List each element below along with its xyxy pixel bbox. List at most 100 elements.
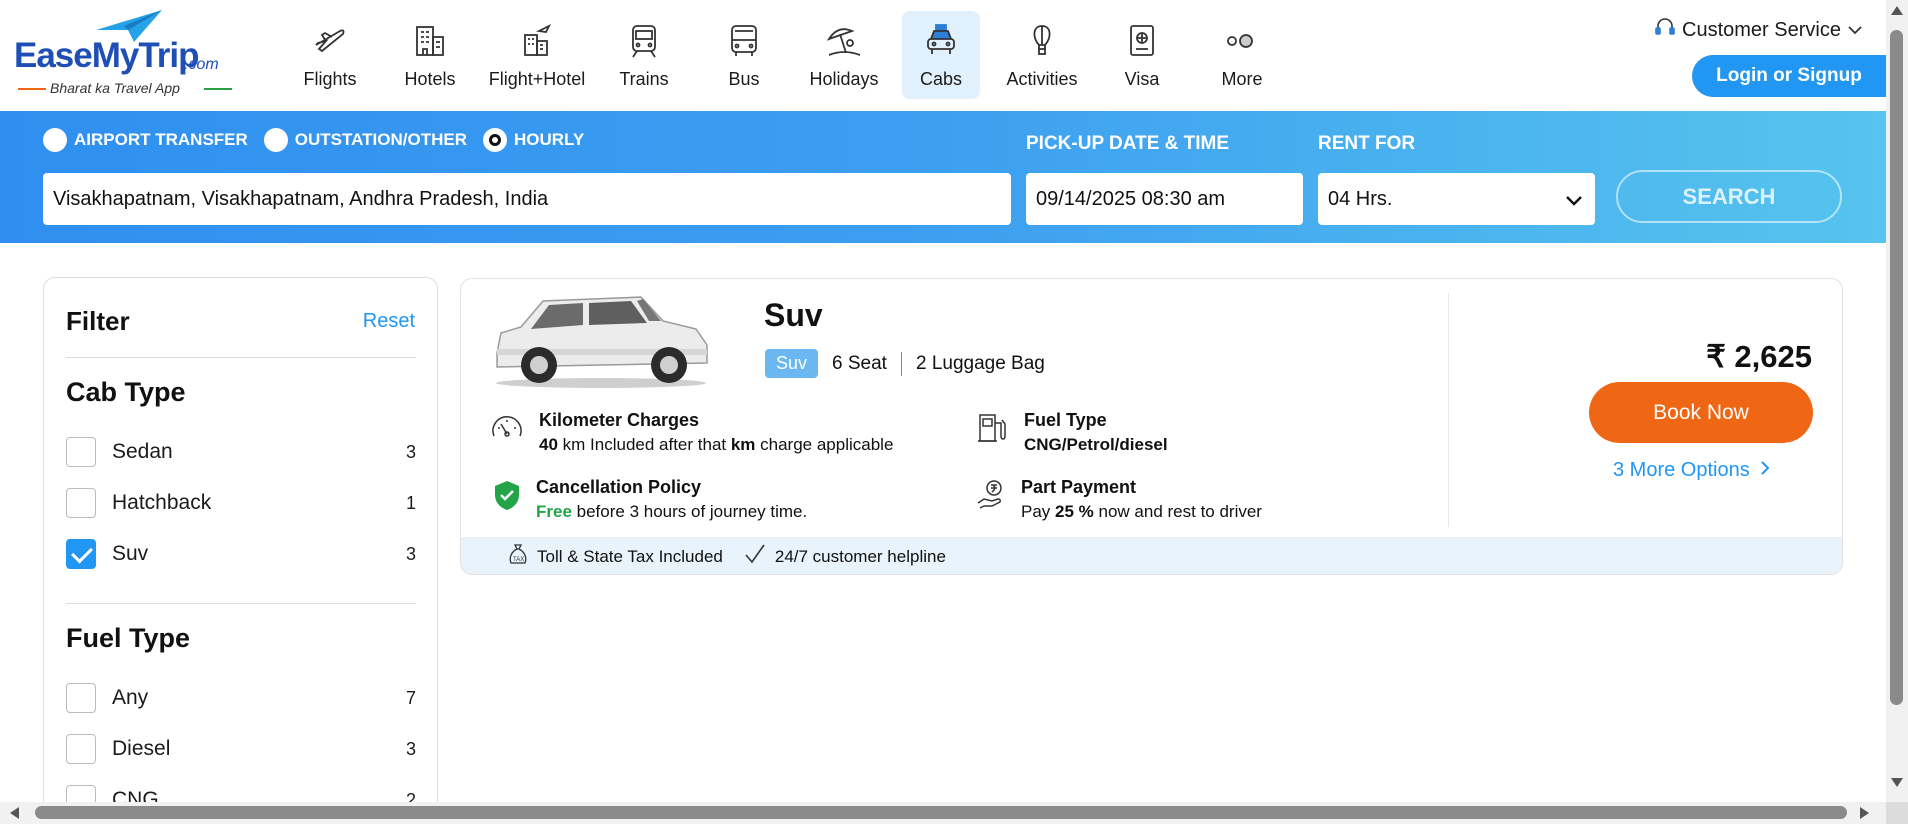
nav-label: Flights	[303, 69, 357, 89]
filter-reset-link[interactable]: Reset	[363, 310, 415, 333]
pickup-label: PICK-UP DATE & TIME	[1026, 133, 1230, 154]
part-payment-percent: 25 %	[1055, 502, 1094, 521]
filter-option-any[interactable]: Any 7	[66, 683, 416, 713]
nav-label: Trains	[619, 69, 669, 89]
scrollbar-thumb[interactable]	[1890, 30, 1903, 705]
cancellation-text: before 3 hours of journey time.	[571, 502, 808, 521]
nav-label: Holidays	[809, 69, 879, 89]
divider	[900, 351, 902, 376]
main-nav: Flights Hotels Flight+Hotel Trains Bus H…	[280, 11, 1292, 99]
scroll-up-arrow-icon[interactable]	[1891, 6, 1903, 15]
nav-trains[interactable]: Trains	[594, 11, 694, 99]
checkbox[interactable]	[66, 683, 96, 713]
option-label: Hatchback	[112, 491, 212, 514]
nav-label: Activities	[1006, 69, 1078, 89]
filter-option-hatchback[interactable]: Hatchback 1	[66, 488, 416, 518]
nav-activities[interactable]: Activities	[992, 11, 1092, 99]
search-button[interactable]: SEARCH	[1616, 170, 1842, 223]
fuel-type-info: Fuel Type CNG/Petrol/diesel	[974, 410, 1168, 455]
horizontal-scrollbar[interactable]	[0, 802, 1886, 824]
seat-count: 6 Seat	[832, 352, 887, 374]
helpline-label: 24/7 customer helpline	[774, 546, 946, 566]
radio-label: OUTSTATION/OTHER	[294, 130, 467, 149]
km-text: charge applicable	[755, 435, 894, 454]
scrollbar-thumb[interactable]	[35, 806, 1847, 819]
filter-option-suv[interactable]: Suv 3	[66, 539, 416, 569]
radio-outstation[interactable]: OUTSTATION/OTHER	[263, 128, 467, 152]
filter-option-sedan[interactable]: Sedan 3	[66, 437, 416, 467]
filter-panel: Filter Reset Cab Type Sedan 3 Hatchback …	[43, 277, 438, 824]
checkbox[interactable]	[66, 734, 96, 764]
suv-car-image	[491, 291, 713, 396]
chevron-down-icon	[1847, 19, 1863, 42]
checkmark-icon	[743, 542, 767, 571]
book-now-button[interactable]: Book Now	[1589, 382, 1813, 443]
option-count: 3	[405, 543, 416, 564]
free-label: Free	[536, 502, 572, 521]
easemytrip-logo[interactable]: EaseMyTrip .com Bharat ka Travel App	[14, 8, 232, 98]
radio-label: AIRPORT TRANSFER	[74, 130, 248, 149]
search-banner: AIRPORT TRANSFER OUTSTATION/OTHER HOURLY…	[0, 111, 1886, 243]
toll-label: Toll & State Tax Included	[537, 546, 723, 566]
option-label: Suv	[112, 542, 149, 565]
pickup-datetime-input[interactable]: 09/14/2025 08:30 am	[1026, 173, 1303, 225]
scrollbar-corner	[1886, 802, 1908, 824]
logo-tagline: Bharat ka Travel App	[50, 80, 180, 96]
filter-option-diesel[interactable]: Diesel 3	[66, 734, 416, 764]
radio-circle	[263, 128, 288, 152]
nav-label: More	[1221, 69, 1263, 89]
km-included-value: 40	[539, 435, 558, 454]
nav-flight-hotel[interactable]: Flight+Hotel	[480, 11, 594, 99]
nav-holidays[interactable]: Holidays	[794, 11, 894, 99]
customer-service-menu[interactable]: Customer Service	[1654, 16, 1863, 44]
logo-line-right	[204, 88, 232, 90]
km-charges-title: Kilometer Charges	[539, 410, 700, 430]
location-input[interactable]: Visakhapatnam, Visakhapatnam, Andhra Pra…	[43, 173, 1011, 225]
checkbox[interactable]	[66, 488, 96, 518]
svg-text:TAX: TAX	[513, 557, 524, 563]
part-payment-info: Part Payment Pay 25 % now and rest to dr…	[974, 477, 1262, 522]
scroll-right-arrow-icon[interactable]	[1860, 807, 1869, 819]
radio-circle-selected	[482, 128, 507, 152]
cab-type-badge: Suv	[765, 349, 819, 378]
nav-label: Cabs	[919, 69, 963, 89]
cancellation-desc: Free before 3 hours of journey time.	[536, 502, 807, 522]
checkbox-checked[interactable]	[66, 539, 96, 569]
chevron-right-icon	[1760, 459, 1770, 482]
more-options-link[interactable]: 3 More Options	[1613, 459, 1770, 482]
nav-hotels[interactable]: Hotels	[380, 11, 480, 99]
inclusions-strip: TAX Toll & State Tax Included 24/7 custo…	[461, 537, 1842, 574]
more-options-label: 3 More Options	[1613, 459, 1750, 481]
vertical-scrollbar[interactable]	[1886, 0, 1908, 802]
rent-for-value: 04 Hrs.	[1328, 187, 1393, 210]
rupee-hand-icon	[974, 477, 1010, 513]
nav-bus[interactable]: Bus	[694, 11, 794, 99]
fuel-type-title: Fuel Type	[1024, 410, 1107, 430]
km-word: km	[730, 435, 756, 454]
logo-name: EaseMyTrip	[14, 36, 200, 75]
km-text: km Included after that	[557, 435, 731, 454]
nav-visa[interactable]: Visa	[1092, 11, 1192, 99]
radio-hourly[interactable]: HOURLY	[482, 128, 584, 152]
rent-for-select[interactable]: 04 Hrs.	[1318, 173, 1595, 225]
radio-airport-transfer[interactable]: AIRPORT TRANSFER	[43, 128, 248, 152]
hot-air-balloon-icon	[1024, 23, 1060, 59]
train-icon	[626, 23, 662, 59]
fuel-type-title: Fuel Type	[66, 623, 191, 653]
logo-suffix: .com	[184, 56, 219, 73]
scroll-down-arrow-icon[interactable]	[1891, 778, 1903, 787]
login-signup-button[interactable]: Login or Signup	[1692, 55, 1886, 97]
option-label: Diesel	[112, 737, 171, 760]
nav-cabs[interactable]: Cabs	[902, 11, 980, 99]
cab-result-card: Suv Suv 6 Seat 2 Luggage Bag Kilometer C…	[460, 278, 1843, 575]
nav-flights[interactable]: Flights	[280, 11, 380, 99]
airplane-icon	[312, 23, 348, 59]
option-label: Any	[112, 686, 149, 709]
nav-more[interactable]: More	[1192, 11, 1292, 99]
scroll-left-arrow-icon[interactable]	[10, 807, 19, 819]
nav-label: Bus	[728, 69, 760, 89]
checkbox[interactable]	[66, 437, 96, 467]
part-payment-desc: Pay 25 % now and rest to driver	[1021, 502, 1262, 522]
chevron-down-icon	[1565, 191, 1583, 214]
part-payment-title: Part Payment	[1021, 477, 1137, 497]
